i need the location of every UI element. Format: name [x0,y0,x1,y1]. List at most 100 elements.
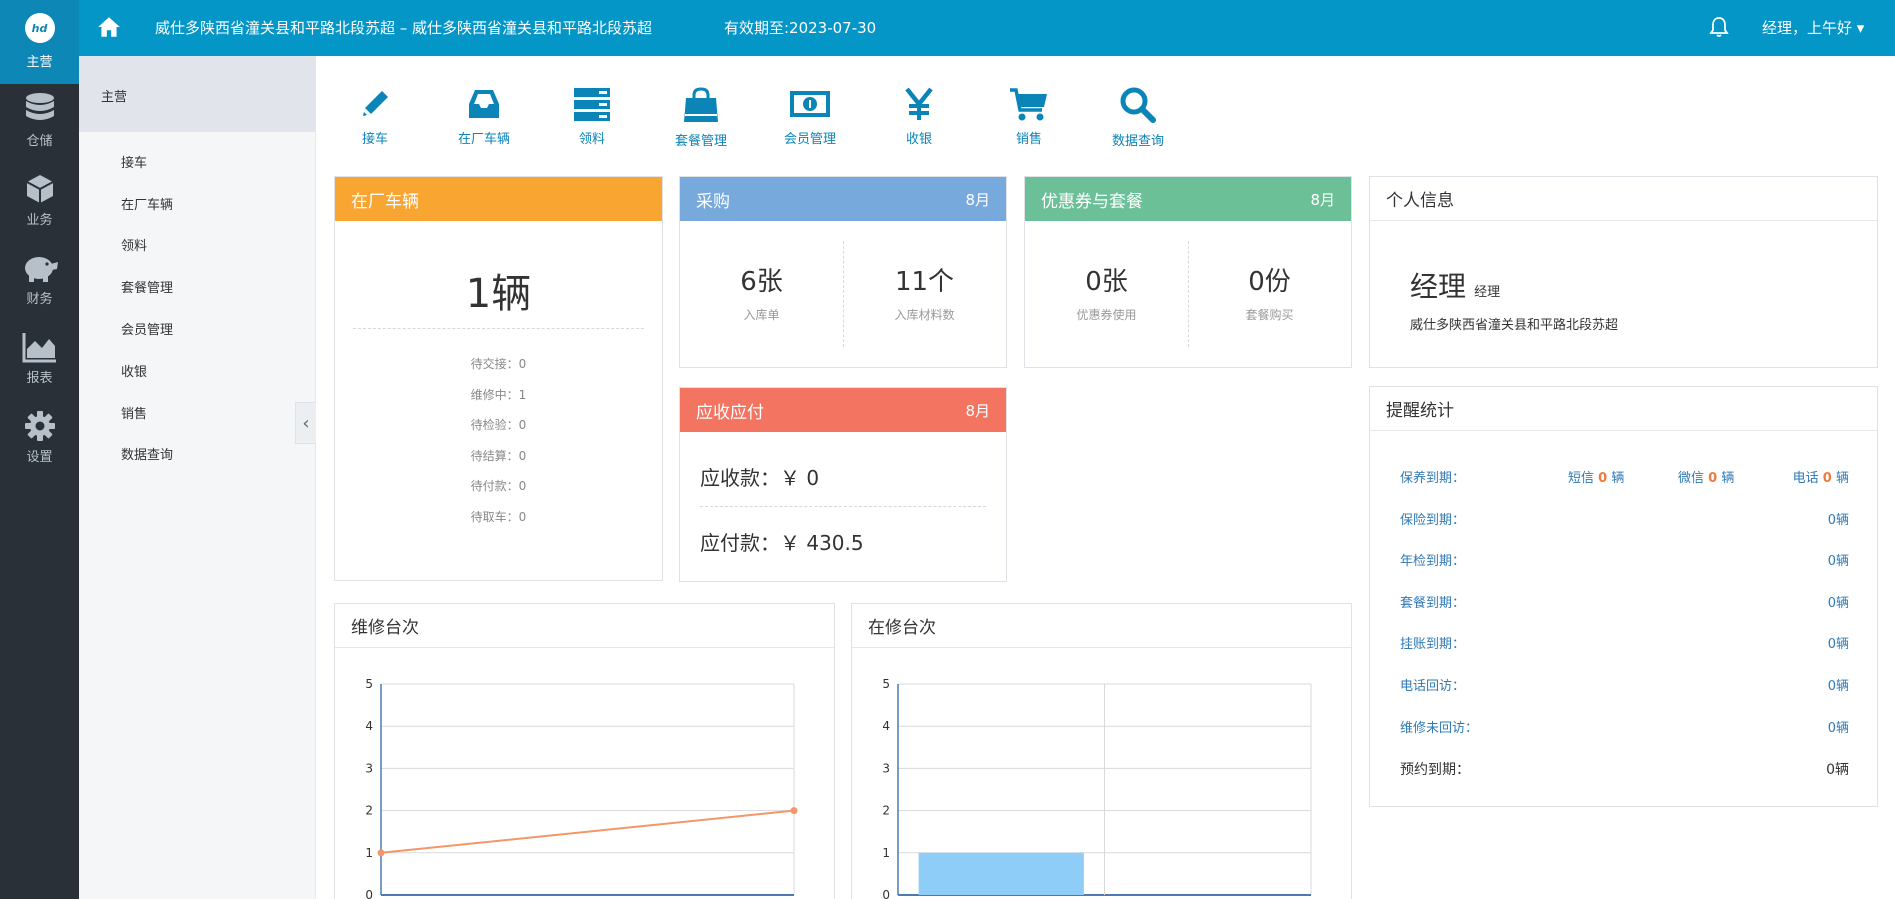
quick-materials[interactable]: 领料 [542,86,642,147]
reminder-value: 0辆 [1827,679,1849,694]
collapse-sidebar-button[interactable]: ‹ [295,402,316,444]
repair-count-panel-header: 维修台次 [335,604,834,648]
chevron-left-icon: ‹ [302,412,310,434]
reminder-value: 0辆 [1827,554,1849,569]
reminder-phone-label: 电话 [1792,471,1819,486]
vehicles-stat-inspection[interactable]: 待检验：0 [335,416,662,433]
reminder-unit: 辆 [1611,471,1625,486]
vehicles-stat-settlement[interactable]: 待结算：0 [335,447,662,464]
reminder-value: 0辆 [1827,596,1849,611]
reminder-value: 0辆 [1826,762,1849,778]
finance-panel-title: 应收应付 [696,402,764,423]
yen-icon [905,87,933,120]
inbox-icon [469,90,499,118]
reminder-sms[interactable]: 短信 0 辆 [1568,467,1624,486]
sub-nav-item-in-factory[interactable]: 在厂车辆 [121,194,173,213]
purchase-panel-header: 采购 8月 [680,177,1006,221]
sub-nav-item-query[interactable]: 数据查询 [121,444,173,463]
repair-count-title: 维修台次 [351,618,419,638]
reminder-wechat[interactable]: 微信 0 辆 [1678,467,1734,486]
vehicles-stat-payment[interactable]: 待付款：0 [335,477,662,494]
payable[interactable]: 应付款：￥ 430.5 [700,527,864,556]
main-nav-item-settings[interactable]: 设置 [0,410,79,465]
data-point [790,807,798,815]
sub-nav-item-sales[interactable]: 销售 [121,403,147,422]
y-tick-label: 3 [882,761,890,775]
main-nav-item-finance[interactable]: 财务 [0,252,79,307]
main-nav-item-business[interactable]: 业务 [0,173,79,228]
reminders-panel-header: 提醒统计 [1370,387,1877,431]
main-nav-item-main[interactable]: 主营 [0,56,79,70]
sub-nav-item-materials[interactable]: 领料 [121,235,147,254]
coupon-used[interactable]: 0张 优惠券使用 [1025,261,1188,323]
expire-date: 有效期至:2023-07-30 [724,19,877,37]
home-icon[interactable] [96,14,122,40]
quick-members[interactable]: 会员管理 [760,86,860,147]
piggy-bank-icon [24,257,58,282]
coupon-panel-title: 优惠券与套餐 [1041,191,1143,212]
main-nav-item-reports[interactable]: 报表 [0,331,79,386]
reminder-label: 保险到期： [1400,513,1466,528]
user-menu[interactable]: 经理，上午好 ▾ [1762,17,1864,38]
quick-in-factory[interactable]: 在厂车辆 [434,86,534,147]
logo[interactable]: hd [0,0,79,56]
profile-panel: 个人信息 经理 经理 威仕多陕西省潼关县和平路北段苏超 [1369,176,1878,368]
purchase-materials[interactable]: 11个 入库材料数 [843,261,1006,323]
reminders-panel: 提醒统计 保养到期： 短信 0 辆 微信 0 辆 电话 0 辆 保险到期： 0辆… [1369,386,1878,807]
sub-nav: 主营 接车 在厂车辆 领料 套餐管理 会员管理 收银 销售 数据查询 [79,56,316,899]
coupon-panel-header: 优惠券与套餐 8月 [1025,177,1351,221]
quick-label: 领料 [578,132,605,147]
quick-query[interactable]: 数据查询 [1088,86,1188,149]
data-point [377,849,385,857]
main-nav-label: 设置 [26,450,53,465]
database-icon [25,93,54,120]
main-nav-item-storage[interactable]: 仓储 [0,92,79,149]
server-icon [574,88,610,121]
y-tick-label: 2 [882,804,890,818]
y-tick-label: 0 [365,888,373,899]
repair-count-panel: 维修台次 0 1 2 3 4 5 [334,603,835,899]
bell-icon[interactable] [1707,15,1731,39]
reminder-value: 0辆 [1827,637,1849,652]
logo-mark: hd [24,13,55,43]
quick-reception[interactable]: 接车 [325,86,425,147]
profile-role: 经理 [1474,285,1501,300]
reminder-unit: 辆 [1835,471,1849,486]
quick-cashier[interactable]: 收银 [869,86,969,147]
reminder-value: 0辆 [1827,721,1849,736]
quick-label: 收银 [905,132,932,147]
quick-label: 在厂车辆 [457,132,510,147]
vehicles-panel-header: 在厂车辆 [335,177,662,221]
chevron-down-icon: ▾ [1856,19,1865,37]
vehicles-stat-pickup[interactable]: 待取车：0 [335,508,662,525]
purchase-receipts[interactable]: 6张 入库单 [680,261,843,323]
profile-panel-title: 个人信息 [1386,191,1454,211]
vehicles-stat-repairing[interactable]: 维修中：1 [335,386,662,403]
receivable[interactable]: 应收款：￥ 0 [700,462,819,491]
vehicles-count[interactable]: 1辆 [335,261,662,319]
cube-icon [26,175,53,203]
reminder-phone-count: 0 [1822,471,1832,486]
area-chart-icon [22,333,56,363]
reminder-phone[interactable]: 电话 0 辆 [1793,467,1849,486]
repair-count-chart: 0 1 2 3 4 5 [365,677,798,899]
package-bought[interactable]: 0份 套餐购买 [1188,261,1351,323]
main-nav-label: 业务 [26,213,53,228]
sub-nav-item-cashier[interactable]: 收银 [121,361,147,380]
sub-nav-item-packages[interactable]: 套餐管理 [121,277,173,296]
quick-sales[interactable]: 销售 [979,86,1079,147]
finance-panel: 应收应付 8月 应收款：￥ 0 应付款：￥ 430.5 [679,387,1007,582]
quick-packages[interactable]: 套餐管理 [651,86,751,149]
vehicles-stat-handover[interactable]: 待交接：0 [335,355,662,372]
pencil-icon [363,91,388,116]
y-tick-label: 1 [882,846,890,860]
reminders-panel-title: 提醒统计 [1386,401,1454,421]
search-icon [1120,87,1156,123]
main-nav-label: 报表 [26,371,53,386]
finance-month: 8月 [965,401,990,420]
in-repair-panel: 在修台次 0 1 2 3 4 5 [851,603,1352,899]
sub-nav-item-reception[interactable]: 接车 [121,152,147,171]
sub-nav-item-members[interactable]: 会员管理 [121,319,173,338]
purchase-panel-title: 采购 [696,191,730,212]
reminder-label: 挂账到期： [1400,637,1466,652]
